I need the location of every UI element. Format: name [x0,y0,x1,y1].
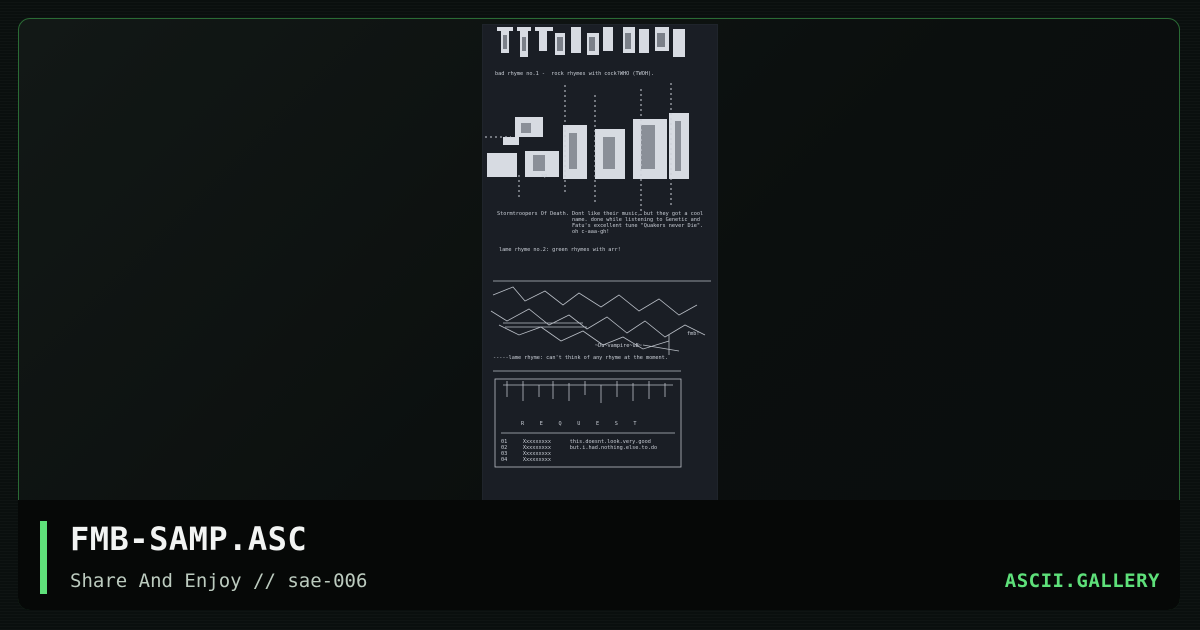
accent-bar [40,521,47,594]
ascii-request-row: 04 Xxxxxxxxx [501,457,551,463]
footer-bar: FMB-SAMP.ASC Share And Enjoy // sae-006 … [18,500,1180,610]
ascii-request-heading: R E Q U E S T [521,421,637,427]
page-subtitle: Share And Enjoy // sae-006 [70,570,368,592]
block-logo [487,113,689,179]
ascii-artwork: bad rhyme no.1 - rock rhymes with cock?W… [483,25,717,501]
ascii-tag-fmb: fmb! [687,331,700,337]
ascii-art-graphics [485,27,711,468]
ascii-caption-5: oh c-aaa-gh! [497,229,610,235]
ascii-tag-sp: sp [541,173,548,179]
ascii-caption-1: bad rhyme no.1 - rock rhymes with cock?W… [495,71,655,77]
page-title: FMB-SAMP.ASC [70,520,308,558]
site-brand[interactable]: ASCII.GALLERY [1005,570,1160,592]
ascii-caption-8: -----lame rhyme: can't think of any rhym… [493,355,668,361]
ascii-caption-7: ~Du~vampire~uB~ [595,343,642,349]
ascii-caption-6: lame rhyme no.2: green rhymes with arr! [499,247,621,253]
